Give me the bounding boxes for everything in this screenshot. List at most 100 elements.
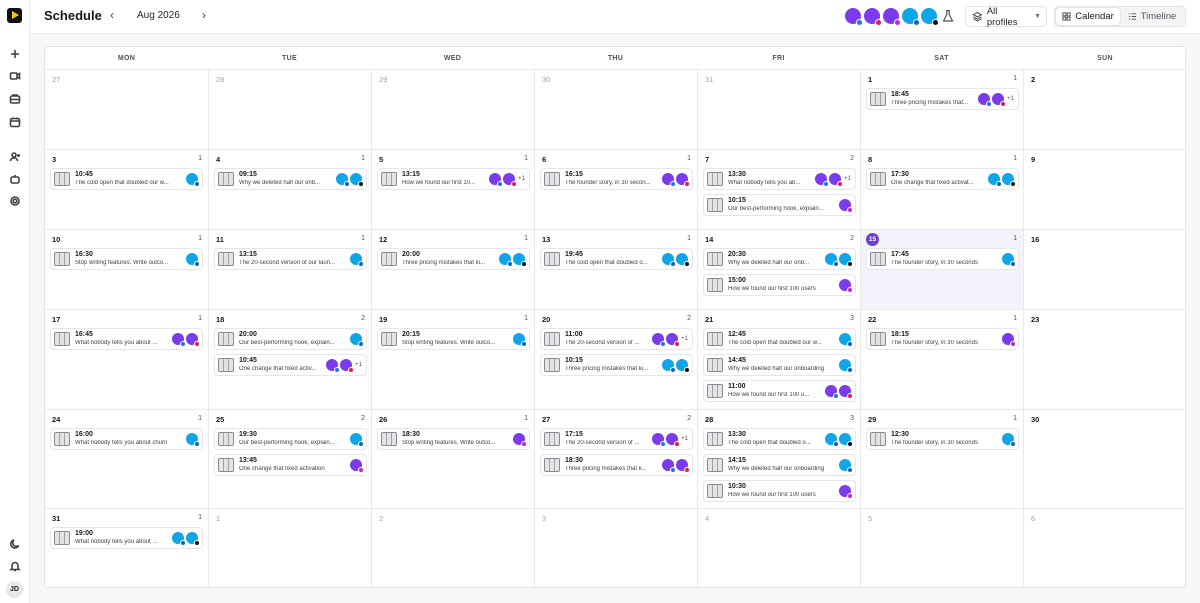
day-cell[interactable]: 17 1 16:45 What nobody tells you about ... [45, 309, 208, 409]
day-cell[interactable]: 6 [1023, 508, 1185, 587]
post-card[interactable]: 17:15 The 20-second version of ... +1 [540, 428, 693, 450]
day-cell[interactable]: 14 2 20:30 Why we deleted half our onb... 15… [697, 229, 860, 309]
day-cell[interactable]: 4 1 09:15 Why we deleted half our onb... [208, 149, 371, 229]
day-cell[interactable]: 16 [1023, 229, 1185, 309]
prev-month-button[interactable]: ‹ [105, 8, 119, 22]
day-cell[interactable]: 22 1 18:15 The founder story, in 30 seconds [860, 309, 1023, 409]
bell-icon[interactable] [7, 558, 23, 574]
day-cell[interactable]: 27 [45, 69, 208, 149]
post-card[interactable]: 13:15 The 20-second version of our laun..… [214, 248, 367, 270]
day-cell[interactable]: 25 2 19:30 Our best-performing hook, explai… [208, 409, 371, 508]
user-avatar[interactable]: JD [6, 581, 23, 598]
post-card[interactable]: 16:15 The founder story, in 30 secon... [540, 168, 693, 190]
day-cell[interactable]: 28 [208, 69, 371, 149]
post-card[interactable]: 13:30 The cold open that doubled o... [703, 428, 856, 450]
day-cell[interactable]: 21 3 12:45 The cold open that doubled our w… [697, 309, 860, 409]
post-card[interactable]: 12:45 The cold open that doubled our w... [703, 328, 856, 350]
day-cell[interactable]: 24 1 16:00 What nobody tells you about chur… [45, 409, 208, 508]
day-cell[interactable]: 8 1 17:30 One change that fixed activat... [860, 149, 1023, 229]
day-cell[interactable]: 30 [534, 69, 697, 149]
day-cell[interactable]: 1 [208, 508, 371, 587]
day-cell[interactable]: 1 1 18:45 Three pricing mistakes that... +1 [860, 69, 1023, 149]
post-card[interactable]: 11:00 The 20-second version of ... +1 [540, 328, 693, 350]
day-cell[interactable]: 4 [697, 508, 860, 587]
day-cell[interactable]: 10 1 16:30 Stop writing features. Write out… [45, 229, 208, 309]
day-cell[interactable]: 3 [534, 508, 697, 587]
profile-avatar[interactable] [845, 8, 863, 26]
post-card[interactable]: 09:15 Why we deleted half our onb... [214, 168, 367, 190]
post-card[interactable]: 20:15 Stop writing features. Write outco.… [377, 328, 530, 350]
day-cell[interactable]: 5 [860, 508, 1023, 587]
post-card[interactable]: 18:15 The founder story, in 30 seconds [866, 328, 1019, 350]
post-card[interactable]: 12:30 The founder story, in 30 seconds [866, 428, 1019, 450]
day-cell[interactable]: 23 [1023, 309, 1185, 409]
timeline-view-tab[interactable]: Timeline [1120, 8, 1184, 25]
next-month-button[interactable]: › [197, 8, 211, 22]
post-card[interactable]: 19:00 What nobody tells you about ... [50, 527, 203, 549]
profile-avatar[interactable] [902, 8, 920, 26]
post-card[interactable]: 15:00 How we found our first 100 users [703, 274, 856, 296]
calendar-view-tab[interactable]: Calendar [1056, 8, 1120, 25]
post-card[interactable]: 16:45 What nobody tells you about ... [50, 328, 203, 350]
post-card[interactable]: 10:45 One change that fixed activ... +1 [214, 354, 367, 376]
post-card[interactable]: 13:15 How we found our first 10... +1 [377, 168, 530, 190]
post-card[interactable]: 17:30 One change that fixed activat... [866, 168, 1019, 190]
day-cell[interactable]: 2 [371, 508, 534, 587]
post-card[interactable]: 13:45 One change that fixed activation [214, 454, 367, 476]
day-cell[interactable]: 7 2 13:30 What nobody tells you ab... +1 10:1… [697, 149, 860, 229]
day-cell[interactable]: 29 [371, 69, 534, 149]
day-cell[interactable]: 20 2 11:00 The 20-second version of ... +1 10… [534, 309, 697, 409]
video-icon[interactable] [7, 68, 23, 84]
day-cell[interactable]: 9 [1023, 149, 1185, 229]
day-cell[interactable]: 15 1 17:45 The founder story, in 30 seconds [860, 229, 1023, 309]
post-card[interactable]: 10:45 The cold open that doubled our w... [50, 168, 203, 190]
post-card[interactable]: 20:00 Our best-performing hook, explain..… [214, 328, 367, 350]
day-cell[interactable]: 13 1 19:45 The cold open that doubled o... [534, 229, 697, 309]
moon-icon[interactable] [7, 536, 23, 552]
day-cell[interactable]: 6 1 16:15 The founder story, in 30 secon... [534, 149, 697, 229]
day-cell[interactable]: 3 1 10:45 The cold open that doubled our w.… [45, 149, 208, 229]
flask-icon[interactable] [941, 9, 955, 23]
post-card[interactable]: 13:30 What nobody tells you ab... +1 [703, 168, 856, 190]
day-cell[interactable]: 28 3 13:30 The cold open that doubled o... 1… [697, 409, 860, 508]
post-card[interactable]: 10:15 Three pricing mistakes that ki... [540, 354, 693, 376]
day-cell[interactable]: 27 2 17:15 The 20-second version of ... +1 18… [534, 409, 697, 508]
day-cell[interactable]: 31 [697, 69, 860, 149]
post-card[interactable]: 19:30 Our best-performing hook, explain..… [214, 428, 367, 450]
day-cell[interactable]: 5 1 13:15 How we found our first 10... +1 [371, 149, 534, 229]
post-card[interactable]: 11:00 How we found our first 100 u... [703, 380, 856, 402]
day-cell[interactable]: 29 1 12:30 The founder story, in 30 seconds [860, 409, 1023, 508]
day-cell[interactable]: 19 1 20:15 Stop writing features. Write out… [371, 309, 534, 409]
day-cell[interactable]: 30 [1023, 409, 1185, 508]
day-cell[interactable]: 11 1 13:15 The 20-second version of our lau… [208, 229, 371, 309]
day-cell[interactable]: 26 1 18:30 Stop writing features. Write out… [371, 409, 534, 508]
post-card[interactable]: 16:30 Stop writing features. Write outco.… [50, 248, 203, 270]
day-cell[interactable]: 2 [1023, 69, 1185, 149]
post-card[interactable]: 19:45 The cold open that doubled o... [540, 248, 693, 270]
day-cell[interactable]: 12 1 20:00 Three pricing mistakes that ki..… [371, 229, 534, 309]
calendar-icon[interactable] [7, 114, 23, 130]
post-card[interactable]: 18:45 Three pricing mistakes that... +1 [866, 88, 1019, 110]
add-user-icon[interactable] [7, 149, 23, 165]
post-card[interactable]: 18:30 Three pricing mistakes that k... [540, 454, 693, 476]
post-card[interactable]: 10:15 Our best-performing hook, explain..… [703, 194, 856, 216]
app-logo[interactable] [7, 8, 22, 23]
plus-icon[interactable] [7, 46, 23, 62]
post-card[interactable]: 17:45 The founder story, in 30 seconds [866, 248, 1019, 270]
day-cell[interactable]: 18 2 20:00 Our best-performing hook, explai… [208, 309, 371, 409]
inbox-icon[interactable] [7, 91, 23, 107]
post-card[interactable]: 18:30 Stop writing features. Write outco.… [377, 428, 530, 450]
profile-avatar[interactable] [883, 8, 901, 26]
post-card[interactable]: 20:00 Three pricing mistakes that ki... [377, 248, 530, 270]
profile-avatar[interactable] [864, 8, 882, 26]
post-card[interactable]: 20:30 Why we deleted half our onb... [703, 248, 856, 270]
profile-avatar[interactable] [921, 8, 939, 26]
post-card[interactable]: 16:00 What nobody tells you about churn [50, 428, 203, 450]
day-cell[interactable]: 31 1 19:00 What nobody tells you about ... [45, 508, 208, 587]
settings-icon[interactable] [7, 193, 23, 209]
post-card[interactable]: 14:45 Why we deleted half our onboarding [703, 354, 856, 376]
month-label[interactable]: Aug 2026 [137, 10, 180, 21]
bot-icon[interactable] [7, 171, 23, 187]
post-card[interactable]: 10:30 How we found our first 100 users [703, 480, 856, 502]
post-card[interactable]: 14:15 Why we deleted half our onboarding [703, 454, 856, 476]
